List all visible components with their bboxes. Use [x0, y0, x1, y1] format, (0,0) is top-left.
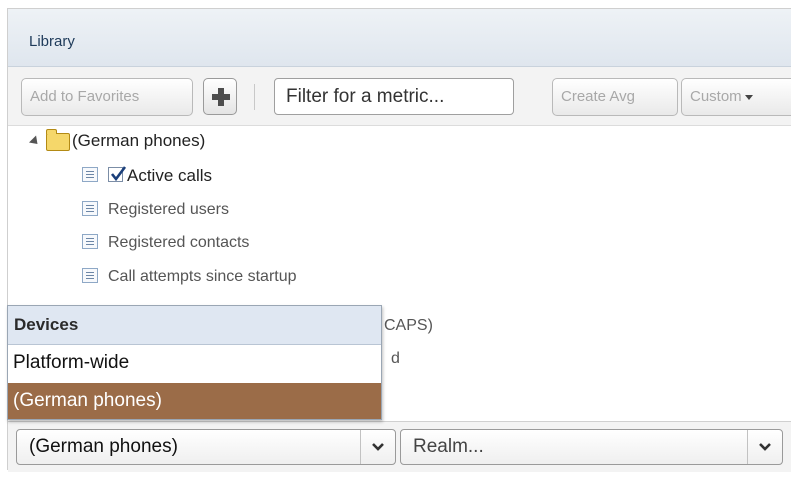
dropdown-group-header: Devices — [8, 306, 381, 345]
library-toolbar: Add to Favorites Filter for a metric... … — [8, 67, 791, 126]
tree-item-label: Call attempts since startup — [108, 268, 297, 285]
custom-label: Custom — [690, 88, 742, 105]
tree-group-german-phones[interactable]: (German phones) — [8, 127, 308, 155]
dropdown-option-german-phones[interactable]: (German phones) — [8, 383, 381, 419]
dropdown-option-platform-wide[interactable]: Platform-wide — [8, 345, 381, 381]
metric-icon — [82, 167, 98, 182]
tree-item-call-attempts[interactable]: Call attempts since startup — [82, 263, 402, 291]
create-avg-button[interactable]: Create Avg — [552, 78, 678, 116]
tree-item-active-calls[interactable]: Active calls — [82, 162, 382, 190]
tree-item-partial[interactable]: d — [391, 345, 451, 373]
chevron-down-icon — [744, 94, 753, 100]
expand-triangle-icon[interactable] — [28, 135, 42, 148]
tree-item-label: Active calls — [127, 166, 213, 185]
folder-icon — [46, 129, 70, 151]
tree-item-label: Registered contacts — [108, 234, 250, 251]
tree-item-partial[interactable]: CAPS) — [384, 312, 484, 340]
devices-dropdown-menu: Devices Platform-wide (German phones) — [7, 305, 382, 420]
add-to-favorites-button[interactable]: Add to Favorites — [21, 78, 193, 116]
tree-item-label: d — [391, 350, 400, 367]
metric-icon — [82, 201, 98, 216]
tree-item-label: CAPS) — [384, 317, 433, 334]
toolbar-divider — [254, 84, 255, 110]
panel-title: Library — [29, 33, 75, 50]
tree-group-label: (German phones) — [72, 131, 206, 150]
device-select[interactable]: (German phones) — [16, 429, 396, 465]
tree-item-registered-users[interactable]: Registered users — [82, 196, 382, 224]
custom-menu-button[interactable]: Custom — [681, 78, 791, 116]
chevron-down-icon[interactable] — [360, 430, 395, 464]
realm-select[interactable]: Realm... — [400, 429, 783, 465]
chevron-down-icon[interactable] — [747, 430, 782, 464]
library-header: Library — [8, 9, 791, 67]
selector-bar: (German phones) Realm... — [8, 421, 791, 472]
checkbox-checked-icon[interactable] — [108, 166, 127, 182]
device-select-value: (German phones) — [29, 436, 178, 457]
add-plus-button[interactable] — [203, 78, 237, 115]
realm-select-value: Realm... — [413, 436, 484, 457]
metric-icon — [82, 268, 98, 283]
tree-item-registered-contacts[interactable]: Registered contacts — [82, 229, 382, 257]
metric-icon — [82, 234, 98, 249]
tree-item-label: Registered users — [108, 201, 229, 218]
metric-filter-input[interactable]: Filter for a metric... — [274, 78, 514, 115]
